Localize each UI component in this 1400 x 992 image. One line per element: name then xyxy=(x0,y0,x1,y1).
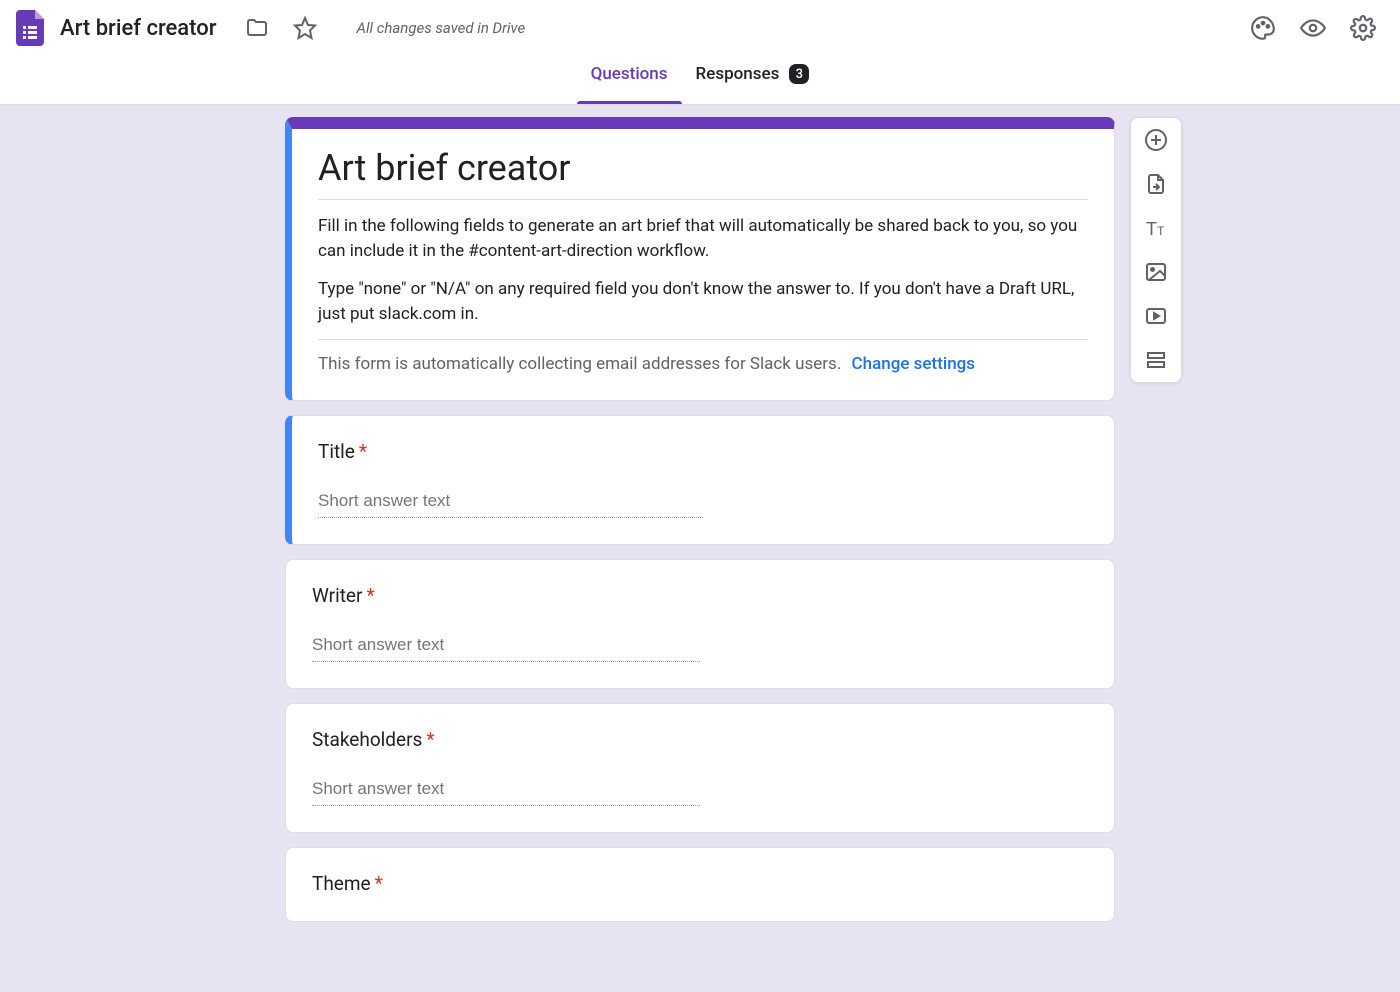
settings-gear-icon[interactable] xyxy=(1342,7,1384,49)
question-label-text: Theme xyxy=(312,872,371,895)
forms-logo-icon xyxy=(16,10,44,46)
question-label-text: Title xyxy=(318,440,355,463)
question-label: Theme* xyxy=(312,872,1088,895)
question-label-text: Stakeholders xyxy=(312,728,422,751)
responses-count-badge: 3 xyxy=(789,64,809,84)
form-description[interactable]: Fill in the following fields to generate… xyxy=(318,214,1088,340)
palette-icon[interactable] xyxy=(1242,7,1284,49)
tab-questions[interactable]: Questions xyxy=(577,56,682,104)
form-header-card[interactable]: Art brief creator Fill in the following … xyxy=(285,117,1115,401)
short-answer-input[interactable] xyxy=(312,779,700,806)
form-desc-p2: Type "none" or "N/A" on any required fie… xyxy=(318,277,1088,326)
question-label: Stakeholders* xyxy=(312,728,1088,751)
collect-notice-text: This form is automatically collecting em… xyxy=(318,354,841,374)
top-bar: Art brief creator All changes saved in D… xyxy=(0,0,1400,56)
question-card-title[interactable]: Title* xyxy=(285,415,1115,545)
doc-title[interactable]: Art brief creator xyxy=(60,16,217,41)
preview-eye-icon[interactable] xyxy=(1292,7,1334,49)
question-label: Writer* xyxy=(312,584,1088,607)
add-question-icon[interactable] xyxy=(1144,128,1168,152)
change-settings-link[interactable]: Change settings xyxy=(852,354,976,374)
required-asterisk: * xyxy=(375,872,383,895)
tab-bar: Questions Responses 3 xyxy=(0,56,1400,105)
tab-questions-label: Questions xyxy=(591,64,668,84)
save-status: All changes saved in Drive xyxy=(357,19,526,37)
import-questions-icon[interactable] xyxy=(1144,172,1168,196)
canvas: Art brief creator Fill in the following … xyxy=(0,105,1400,922)
form-desc-p1: Fill in the following fields to generate… xyxy=(318,214,1088,263)
add-title-icon[interactable]: TT xyxy=(1144,216,1168,240)
question-label-text: Writer xyxy=(312,584,362,607)
email-collect-notice: This form is automatically collecting em… xyxy=(318,354,1088,374)
question-card-stakeholders[interactable]: Stakeholders* xyxy=(285,703,1115,833)
spacer xyxy=(318,263,1088,277)
question-card-writer[interactable]: Writer* xyxy=(285,559,1115,689)
short-answer-input[interactable] xyxy=(318,491,703,518)
svg-text:T: T xyxy=(1157,224,1165,238)
required-asterisk: * xyxy=(426,728,434,751)
tab-responses[interactable]: Responses 3 xyxy=(682,56,824,104)
add-section-icon[interactable] xyxy=(1144,348,1168,372)
add-video-icon[interactable] xyxy=(1144,304,1168,328)
form-column: Art brief creator Fill in the following … xyxy=(285,117,1115,922)
tab-responses-label: Responses xyxy=(696,64,780,84)
add-image-icon[interactable] xyxy=(1144,260,1168,284)
svg-text:T: T xyxy=(1146,219,1157,239)
short-answer-input[interactable] xyxy=(312,635,700,662)
form-title[interactable]: Art brief creator xyxy=(318,147,1088,200)
required-asterisk: * xyxy=(359,440,367,463)
move-folder-icon[interactable] xyxy=(237,8,277,48)
star-icon[interactable] xyxy=(285,8,325,48)
question-label: Title* xyxy=(318,440,1088,463)
required-asterisk: * xyxy=(366,584,374,607)
question-card-theme[interactable]: Theme* xyxy=(285,847,1115,922)
side-toolbar: TT xyxy=(1130,117,1182,383)
